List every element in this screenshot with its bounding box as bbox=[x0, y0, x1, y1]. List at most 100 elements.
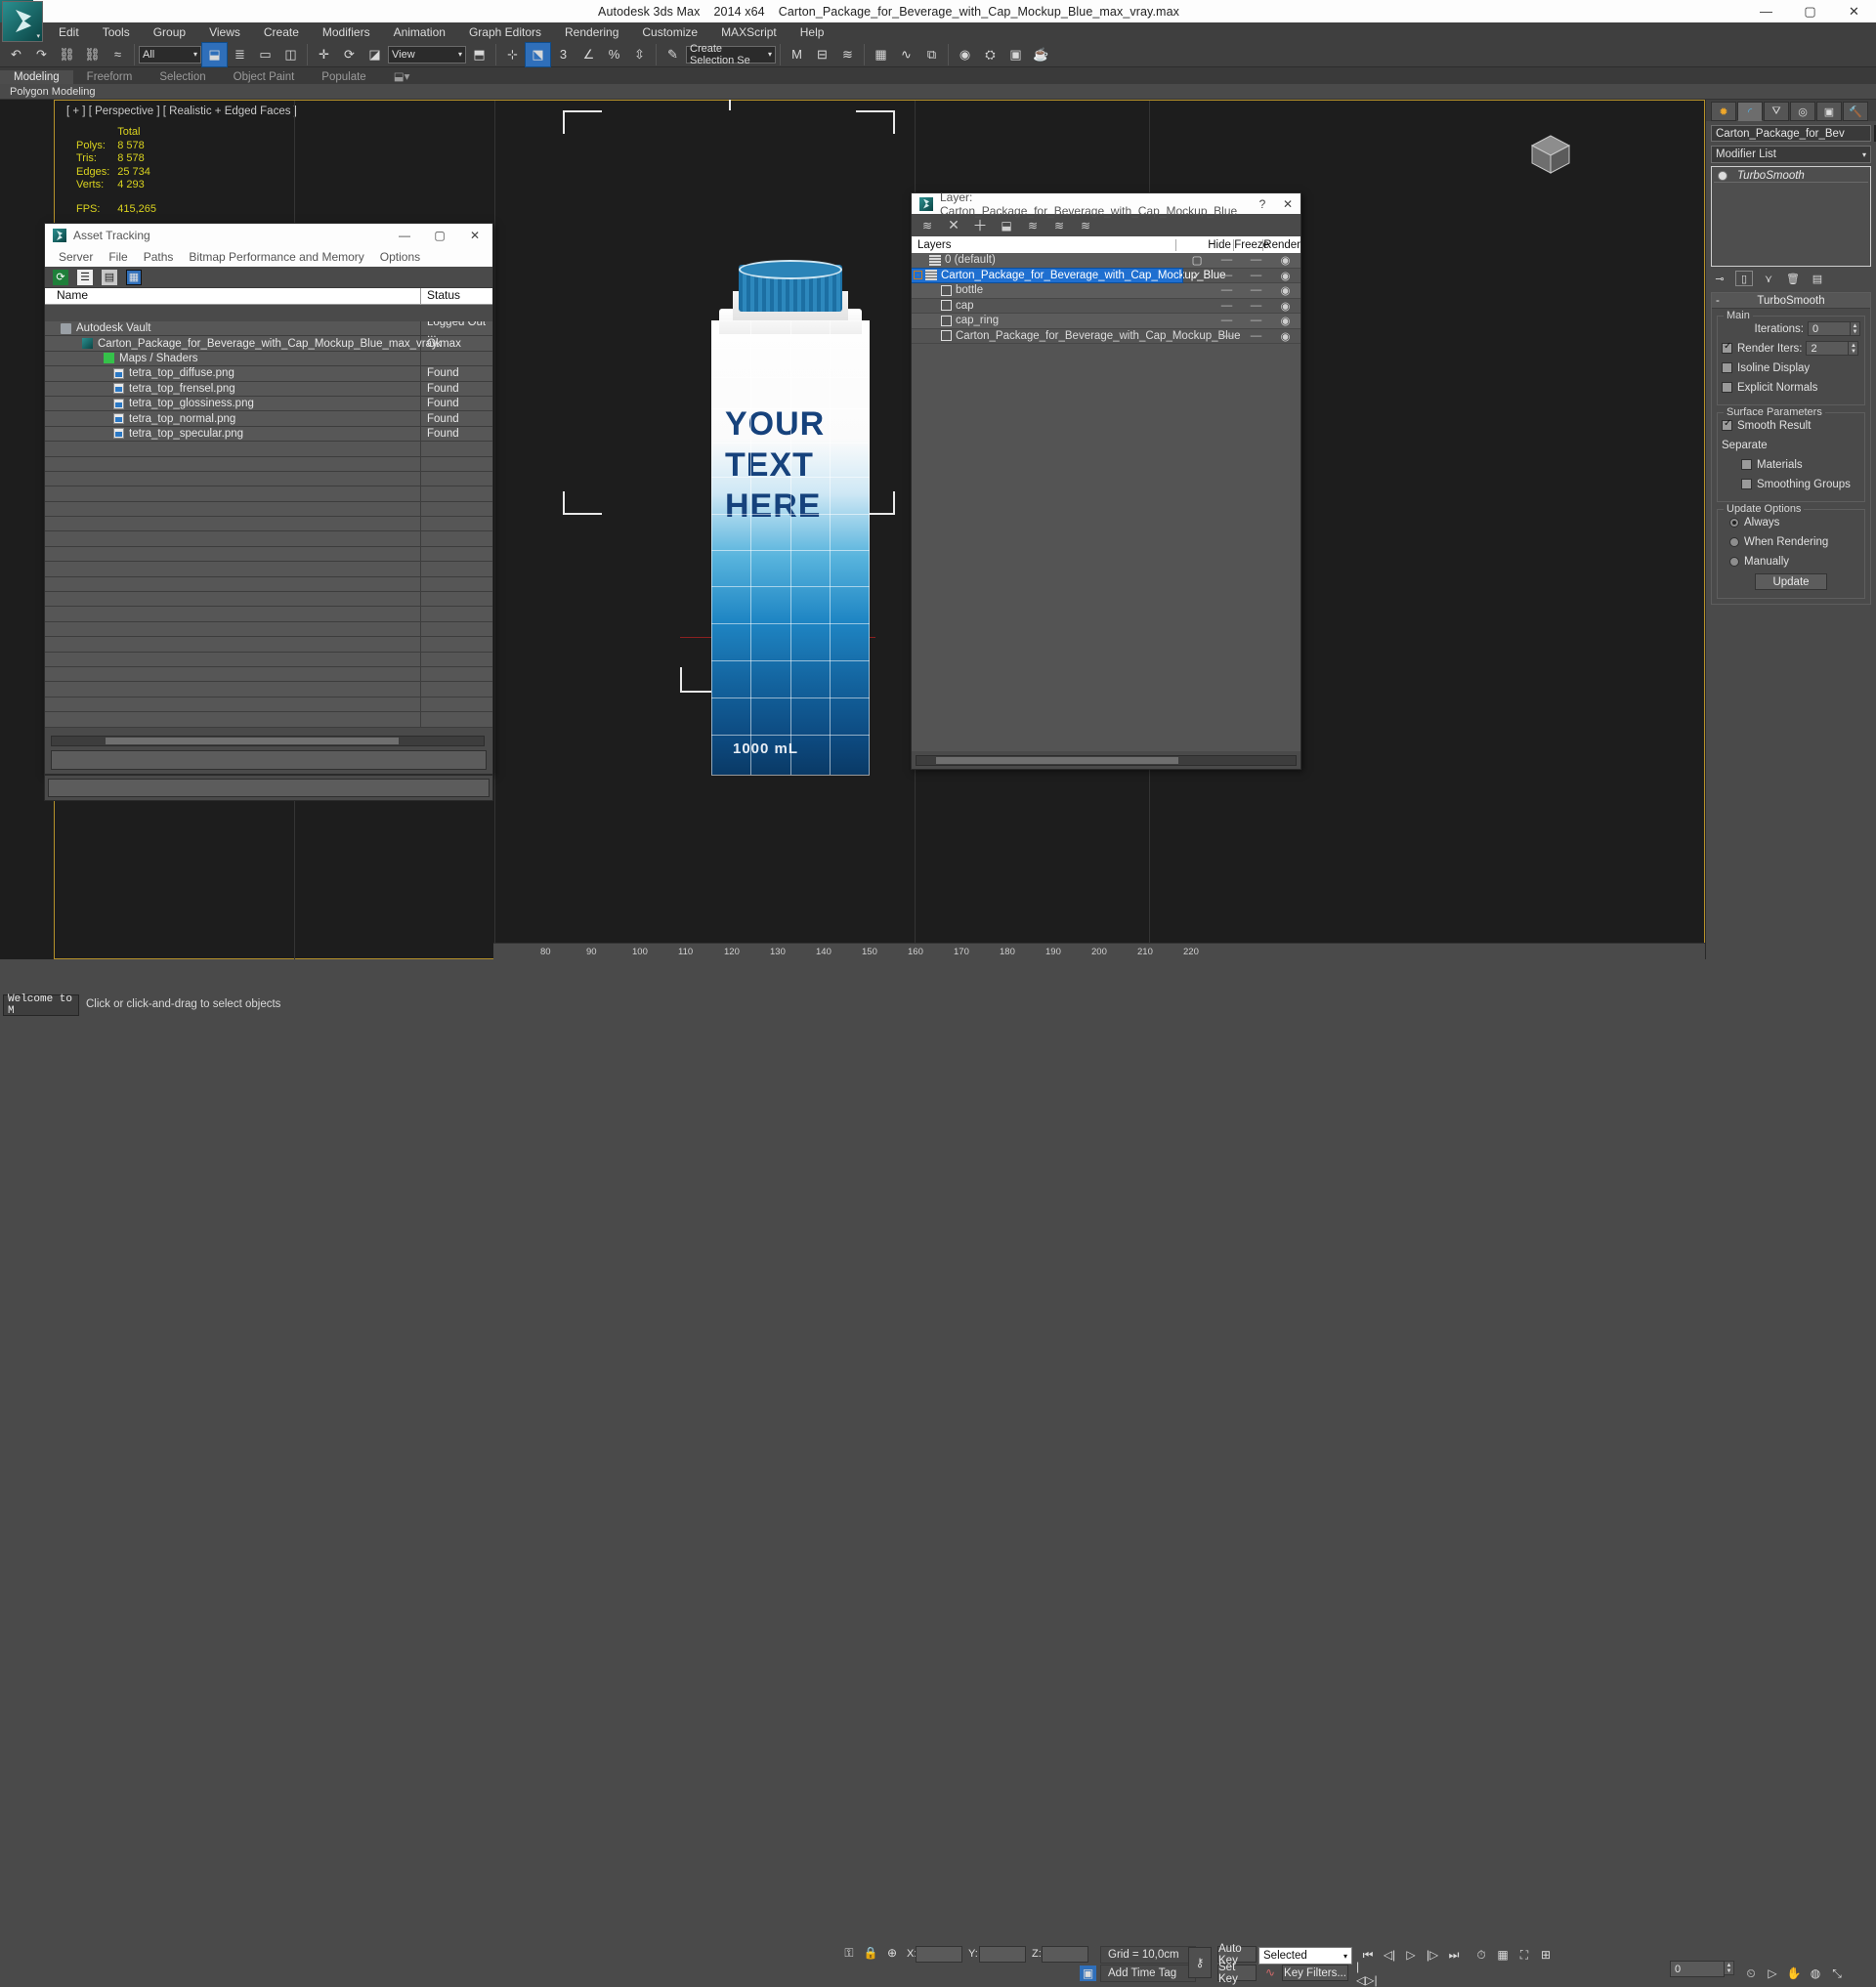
layer-row-selected[interactable]: -Carton_Package_for_Beverage_with_Cap_Mo… bbox=[912, 269, 1300, 284]
smooth-result-checkbox[interactable] bbox=[1722, 420, 1732, 431]
hide-unhide-icon[interactable]: ≋ bbox=[1078, 218, 1093, 233]
pin-stack-icon[interactable]: ⊸ bbox=[1711, 271, 1728, 286]
configure-modifier-sets-icon[interactable]: ▤ bbox=[1809, 271, 1826, 286]
update-always-radio[interactable] bbox=[1729, 518, 1739, 528]
table-row[interactable]: Carton_Package_for_Beverage_with_Cap_Moc… bbox=[45, 336, 492, 351]
materials-row[interactable]: Materials bbox=[1722, 456, 1860, 473]
smooth-result-row[interactable]: Smooth Result bbox=[1722, 417, 1860, 434]
layer-horizontal-scrollbar[interactable] bbox=[916, 755, 1297, 766]
layer-row-render[interactable]: ◉ bbox=[1270, 299, 1300, 313]
table-row[interactable]: tetra_top_glossiness.png Found bbox=[45, 397, 492, 411]
schematic-view-icon[interactable]: ⧉ bbox=[919, 43, 944, 66]
modifier-stack-item-turbosmooth[interactable]: TurboSmooth bbox=[1714, 169, 1868, 183]
mirror-icon[interactable]: M bbox=[785, 43, 809, 66]
layer-row-hide[interactable]: — bbox=[1212, 330, 1241, 342]
layer-row-render[interactable]: ◉ bbox=[1270, 283, 1300, 297]
tab-create[interactable]: ✹ bbox=[1711, 102, 1736, 121]
layer-help-button[interactable]: ? bbox=[1250, 193, 1275, 214]
tab-hierarchy[interactable]: ⛛ bbox=[1764, 102, 1789, 121]
tab-display[interactable]: ▣ bbox=[1816, 102, 1842, 121]
key-mode-icon[interactable]: ⚷ bbox=[1188, 1947, 1212, 1978]
delete-layer-icon[interactable]: ✕ bbox=[946, 218, 961, 233]
path-view-icon[interactable]: ▤ bbox=[102, 270, 117, 285]
table-row[interactable]: tetra_top_normal.png Found bbox=[45, 411, 492, 426]
lightbulb-icon[interactable] bbox=[1718, 171, 1727, 181]
layer-row-default[interactable]: 0 (default) ▢ — — ◉ bbox=[912, 253, 1300, 269]
layer-row-render[interactable]: ◉ bbox=[1270, 314, 1300, 327]
smoothing-groups-checkbox[interactable] bbox=[1741, 479, 1752, 489]
y-field[interactable] bbox=[979, 1946, 1026, 1963]
angle-snap-icon[interactable]: ∠ bbox=[576, 43, 601, 66]
asset-minimize-button[interactable]: — bbox=[387, 224, 422, 247]
rectangular-selection-region-icon[interactable]: ▭ bbox=[253, 43, 277, 66]
use-pivot-center-icon[interactable]: ⬒ bbox=[467, 43, 491, 66]
layer-row-object[interactable]: cap — — ◉ bbox=[912, 299, 1300, 315]
asset-menu-paths[interactable]: Paths bbox=[136, 250, 182, 264]
auto-key-button[interactable]: Auto Key bbox=[1217, 1946, 1257, 1963]
create-new-layer-icon[interactable]: ≋ bbox=[919, 218, 935, 233]
minimize-button[interactable]: — bbox=[1744, 0, 1788, 22]
layer-row-hide[interactable]: — bbox=[1212, 315, 1241, 326]
window-crossing-icon[interactable]: ◫ bbox=[278, 43, 303, 66]
explicit-normals-checkbox[interactable] bbox=[1722, 382, 1732, 393]
update-manually-row[interactable]: Manually bbox=[1722, 553, 1860, 570]
layer-row-mark[interactable]: ▢ bbox=[1182, 253, 1212, 267]
select-and-scale-icon[interactable]: ◪ bbox=[362, 43, 387, 66]
play-animation-icon[interactable]: ▷ bbox=[1401, 1947, 1421, 1963]
layer-row-hide[interactable]: — bbox=[1212, 300, 1241, 312]
asset-maximize-button[interactable]: ▢ bbox=[422, 224, 457, 247]
asset-menu-server[interactable]: Server bbox=[51, 250, 101, 264]
absolute-relative-mode-icon[interactable]: ⊕ bbox=[883, 1945, 901, 1961]
maximize-button[interactable]: ▢ bbox=[1788, 0, 1832, 22]
menu-item-group[interactable]: Group bbox=[142, 23, 197, 41]
asset-menu-file[interactable]: File bbox=[101, 250, 135, 264]
asset-menu-options[interactable]: Options bbox=[372, 250, 428, 264]
frame-spinner[interactable]: ▲▼ bbox=[1725, 1961, 1734, 1975]
time-slider-ruler[interactable]: 80 90 100 110 120 130 140 150 160 170 18… bbox=[493, 943, 1705, 960]
layer-row-hide[interactable]: — bbox=[1212, 284, 1241, 296]
render-iters-field[interactable]: 2 bbox=[1806, 341, 1849, 356]
layer-row-mark[interactable]: ✓ bbox=[1182, 269, 1212, 282]
layer-row-freeze[interactable]: — bbox=[1241, 284, 1270, 296]
ribbon-tab-modeling[interactable]: Modeling bbox=[0, 70, 73, 84]
asset-horizontal-scrollbar[interactable] bbox=[51, 736, 485, 746]
select-by-name-icon[interactable]: ≣ bbox=[228, 43, 252, 66]
add-time-tag-button[interactable]: Add Time Tag bbox=[1100, 1965, 1196, 1982]
lock-selection-icon[interactable]: ⚿ bbox=[840, 1945, 858, 1961]
menu-item-help[interactable]: Help bbox=[789, 23, 836, 41]
carton-3d-model[interactable]: YOUR TEXT HERE 1000 mL bbox=[711, 262, 870, 775]
menu-item-maxscript[interactable]: MAXScript bbox=[709, 23, 789, 41]
x-field[interactable] bbox=[916, 1946, 962, 1963]
menu-item-rendering[interactable]: Rendering bbox=[553, 23, 630, 41]
set-key-button[interactable]: Set Key bbox=[1217, 1965, 1257, 1981]
layer-row-freeze[interactable]: — bbox=[1241, 254, 1270, 266]
orbit-icon[interactable]: ◍ bbox=[1806, 1966, 1825, 1981]
snaps-toggle-icon[interactable]: ⬔ bbox=[526, 43, 550, 66]
layer-close-button[interactable]: ✕ bbox=[1275, 193, 1300, 214]
key-filters-button[interactable]: Key Filters... bbox=[1282, 1965, 1348, 1981]
undo-icon[interactable]: ↶ bbox=[4, 43, 28, 66]
layer-row-object[interactable]: bottle — — ◉ bbox=[912, 283, 1300, 299]
bind-space-warp-icon[interactable]: ≈ bbox=[106, 43, 130, 66]
select-objects-in-layer-icon[interactable]: ⬓ bbox=[999, 218, 1014, 233]
collapse-icon[interactable]: - bbox=[914, 271, 922, 279]
grid-view-icon[interactable]: ▦ bbox=[126, 270, 142, 285]
select-and-rotate-icon[interactable]: ⟳ bbox=[337, 43, 362, 66]
named-selection-set-dropdown[interactable]: Create Selection Se▾ bbox=[686, 46, 776, 63]
tab-modify[interactable]: ◜ bbox=[1737, 102, 1763, 121]
time-tag-icon[interactable]: ▣ bbox=[1080, 1966, 1096, 1981]
menu-item-views[interactable]: Views bbox=[197, 23, 252, 41]
materials-checkbox[interactable] bbox=[1741, 459, 1752, 470]
max-logo-icon[interactable]: ▾ bbox=[2, 1, 43, 42]
maximize-viewport-icon[interactable]: ⤡ bbox=[1827, 1966, 1847, 1981]
ribbon-tab-freeform[interactable]: Freeform bbox=[73, 70, 147, 84]
select-object-icon[interactable]: ⬓ bbox=[202, 43, 227, 66]
layer-table-body[interactable]: 0 (default) ▢ — — ◉ -Carton_Package_for_… bbox=[912, 253, 1300, 751]
select-link-icon[interactable]: ⛓ bbox=[55, 43, 79, 66]
update-always-row[interactable]: Always bbox=[1722, 514, 1860, 530]
layer-row-freeze[interactable]: — bbox=[1241, 330, 1270, 342]
render-iters-checkbox[interactable] bbox=[1722, 343, 1732, 354]
menu-item-edit[interactable]: Edit bbox=[47, 23, 91, 41]
selection-filter-dropdown[interactable]: All▾ bbox=[139, 46, 201, 63]
explicit-normals-row[interactable]: Explicit Normals bbox=[1722, 379, 1860, 396]
